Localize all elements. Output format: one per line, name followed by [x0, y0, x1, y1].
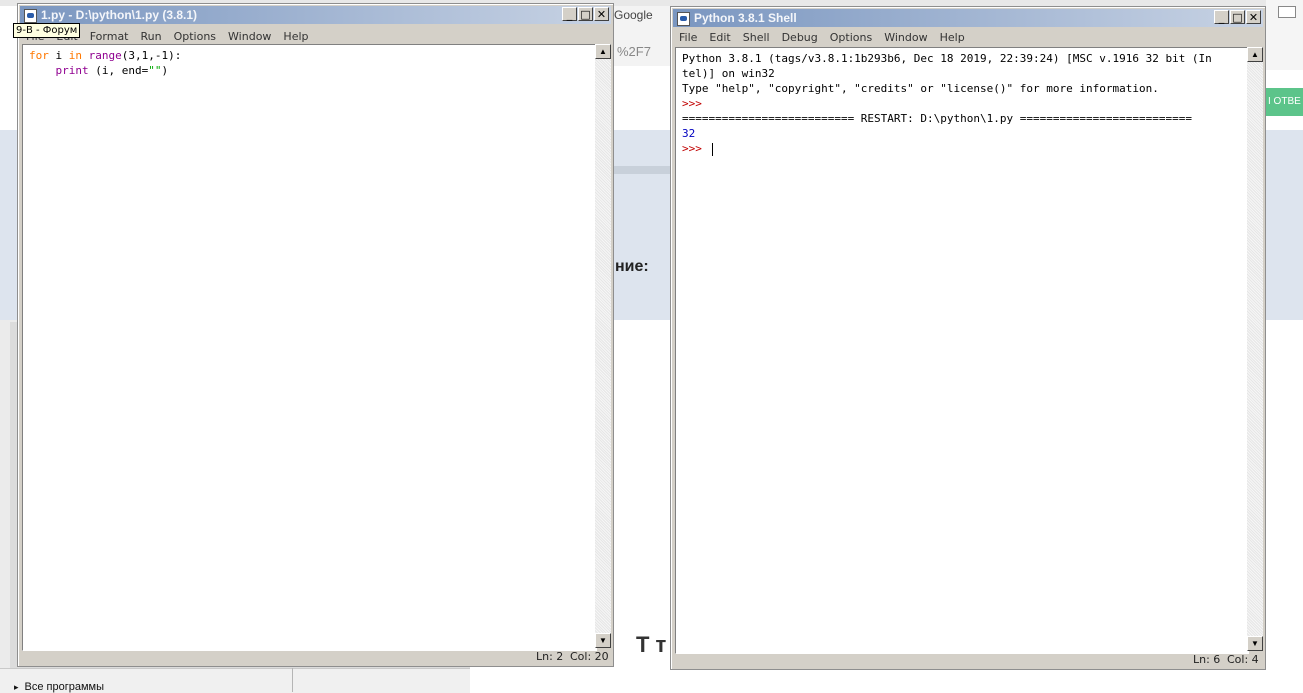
shell-vertical-scrollbar[interactable]: ▲ ▼ — [1247, 47, 1263, 651]
minimize-icon[interactable]: _ — [1214, 10, 1229, 24]
shell-menu-window[interactable]: Window — [878, 31, 933, 44]
page-heading-fragment: ние: — [615, 258, 649, 275]
shell-line-text: Type "help", "copyright", "credits" or "… — [682, 82, 1159, 95]
text-cursor — [711, 142, 713, 156]
editor-menu-run[interactable]: Run — [135, 30, 168, 43]
shell-menu-shell[interactable]: Shell — [737, 31, 776, 44]
start-menu-separator — [292, 668, 293, 692]
close-icon[interactable]: ✕ — [1246, 10, 1261, 24]
shell-menu-help[interactable]: Help — [934, 31, 971, 44]
code-token: (3,1,-1): — [121, 49, 182, 62]
shell-caption-buttons: _ □ ✕ — [1214, 10, 1261, 24]
editor-menu-options[interactable]: Options — [168, 30, 222, 43]
editor-code-area[interactable]: for i in range(3,1,-1): print (i, end=""… — [22, 44, 597, 651]
scroll-up-icon[interactable]: ▲ — [1247, 47, 1263, 62]
shell-line-text: tel)] on win32 — [682, 67, 775, 80]
taskbar-tooltip: 9-В - Форум — [13, 23, 81, 38]
all-programs-item[interactable]: Все программы — [14, 681, 104, 693]
python-idle-icon — [23, 8, 37, 23]
browser-window-button[interactable] — [1278, 6, 1296, 18]
code-token: "" — [148, 64, 162, 77]
shell-line: tel)] on win32 — [676, 66, 1248, 81]
shell-menu-edit[interactable]: Edit — [703, 31, 736, 44]
shell-output-area[interactable]: Python 3.8.1 (tags/v3.8.1:1b293b6, Dec 1… — [675, 47, 1249, 654]
code-token: print — [55, 64, 89, 77]
python-shell-icon — [676, 11, 690, 26]
editor-toolbar-glyph: Т т — [636, 632, 667, 657]
shell-line: >>> — [676, 141, 1248, 156]
shell-status-ln: Ln: 6 — [1193, 653, 1221, 666]
google-bookmark[interactable]: Google — [614, 8, 653, 22]
shell-line: >>> — [676, 96, 1248, 111]
answer-button[interactable]: І ОТВЕ — [1266, 88, 1303, 116]
code-token: range — [88, 49, 122, 62]
shell-line: 32 — [676, 126, 1248, 141]
code-token: ) — [161, 64, 169, 77]
editor-titlebar[interactable]: 1.py - D:\python\1.py (3.8.1) _ □ ✕ — [20, 6, 611, 24]
shell-menu-file[interactable]: File — [673, 31, 703, 44]
scroll-down-icon[interactable]: ▼ — [595, 633, 611, 648]
scroll-up-icon[interactable]: ▲ — [595, 44, 611, 59]
code-line: print (i, end="") — [23, 63, 596, 78]
code-line: for i in range(3,1,-1): — [23, 48, 596, 63]
code-token: for — [29, 49, 49, 62]
shell-line-text: >>> — [682, 97, 702, 110]
shell-line-text: ========================== RESTART: D:\p… — [682, 112, 1192, 125]
code-token: (i, end= — [88, 64, 149, 77]
editor-status-ln: Ln: 2 — [536, 650, 564, 663]
shell-menu-options[interactable]: Options — [824, 31, 878, 44]
editor-window: 1.py - D:\python\1.py (3.8.1) _ □ ✕ File… — [17, 3, 614, 667]
editor-caption-buttons: _ □ ✕ — [562, 7, 609, 21]
maximize-icon[interactable]: □ — [1230, 10, 1245, 24]
shell-line: Type "help", "copyright", "credits" or "… — [676, 81, 1248, 96]
shell-menu-debug[interactable]: Debug — [776, 31, 824, 44]
shell-titlebar[interactable]: Python 3.8.1 Shell _ □ ✕ — [673, 9, 1263, 27]
shell-line: ========================== RESTART: D:\p… — [676, 111, 1248, 126]
shell-menubar: File Edit Shell Debug Options Window Help — [673, 27, 1263, 47]
maximize-icon[interactable]: □ — [578, 7, 593, 21]
shell-title: Python 3.8.1 Shell — [694, 11, 797, 25]
shell-line-text: Python 3.8.1 (tags/v3.8.1:1b293b6, Dec 1… — [682, 52, 1212, 65]
close-icon[interactable]: ✕ — [594, 7, 609, 21]
editor-status-col: Col: 20 — [570, 650, 609, 663]
code-token: in — [68, 49, 82, 62]
shell-line-text: >>> — [682, 142, 709, 155]
editor-menu-window[interactable]: Window — [222, 30, 277, 43]
url-fragment: %2F7 — [617, 44, 651, 59]
shell-window: Python 3.8.1 Shell _ □ ✕ File Edit Shell De… — [670, 6, 1266, 670]
shell-line-text: 32 — [682, 127, 696, 140]
editor-menu-format[interactable]: Format — [84, 30, 135, 43]
shell-line: Python 3.8.1 (tags/v3.8.1:1b293b6, Dec 1… — [676, 51, 1248, 66]
shell-status-col: Col: 4 — [1227, 653, 1259, 666]
editor-menubar: FileEditFormatRunOptionsWindowHelp — [20, 26, 611, 46]
page-band-divider — [614, 166, 672, 174]
editor-vertical-scrollbar[interactable]: ▲ ▼ — [595, 44, 611, 648]
scroll-down-icon[interactable]: ▼ — [1247, 636, 1263, 651]
minimize-icon[interactable]: _ — [562, 7, 577, 21]
code-token: i — [48, 49, 69, 62]
editor-title: 1.py - D:\python\1.py (3.8.1) — [41, 8, 198, 22]
editor-menu-help[interactable]: Help — [277, 30, 314, 43]
